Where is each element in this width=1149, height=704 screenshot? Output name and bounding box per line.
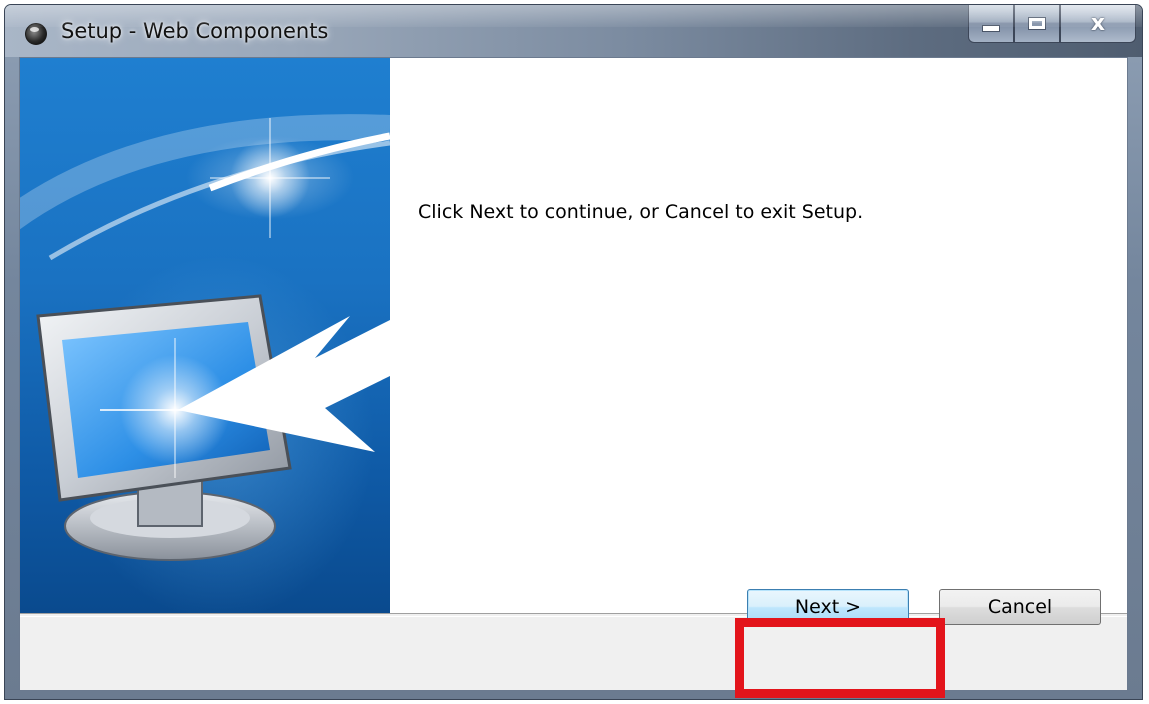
minimize-button[interactable]: [968, 5, 1014, 43]
minimize-icon: [982, 25, 1000, 32]
app-icon[interactable]: [25, 23, 47, 45]
next-button[interactable]: Next >: [747, 589, 909, 625]
setup-window: Setup - Web Components x Click Next to c…: [4, 4, 1143, 700]
close-button[interactable]: x: [1060, 5, 1136, 43]
title-bar[interactable]: Setup - Web Components x: [5, 5, 1142, 57]
instruction-text: Click Next to continue, or Cancel to exi…: [418, 201, 864, 223]
close-icon: x: [1090, 11, 1106, 36]
cancel-button[interactable]: Cancel: [939, 589, 1101, 625]
caption-buttons: x: [968, 5, 1136, 43]
monitor-with-arrow-icon: [20, 114, 390, 561]
maximize-icon: [1028, 17, 1046, 30]
wizard-banner: [20, 58, 390, 613]
wizard-content: Click Next to continue, or Cancel to exi…: [390, 58, 1127, 613]
window-title: Setup - Web Components: [61, 19, 329, 43]
maximize-button[interactable]: [1014, 5, 1060, 43]
